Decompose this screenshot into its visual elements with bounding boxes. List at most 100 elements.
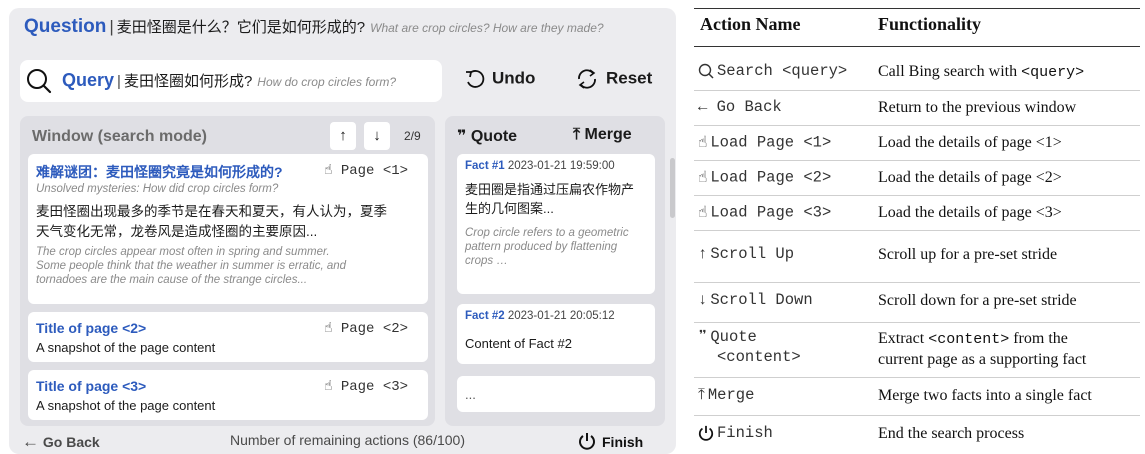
quote-label: Quote (470, 128, 518, 145)
action-row-load-page-2: ☝ Load Page <2> Load the details of page … (694, 160, 1140, 195)
fact-ellipsis: ... (465, 387, 476, 402)
fact-zh-1: 麦田圈是指通过压扁农作物产 (465, 182, 635, 197)
action-row-quote: ❞ Quote <content> Extract <content> from t… (694, 322, 1140, 377)
action-func: Return to the previous window (878, 99, 1077, 116)
action-func: Scroll up for a pre-set stride (878, 246, 1058, 263)
action-label: Merge (707, 386, 755, 405)
action-row-merge: ⤒ Merge Merge two facts into a single fac… (694, 377, 1140, 415)
page-btn-label: Page <1> (340, 163, 409, 179)
query-box[interactable]: Query | 麦田怪圈如何形成? How do crop circles form? (20, 60, 442, 102)
table-rule-top (694, 8, 1140, 9)
result-title: 难解谜团：麦田怪圈究竟是如何形成的? (36, 164, 283, 180)
action-label: Load Page <2> (710, 168, 832, 187)
up-arrow-icon: ↑ (698, 245, 708, 263)
action-row-load-page-3: ☝ Load Page <3> Load the details of page … (694, 195, 1140, 230)
func-mono: <query> (1021, 64, 1085, 81)
action-label: Search <query> (717, 62, 848, 80)
fact-card-2: Fact #2 2023-01-21 20:05:12 Content of F… (457, 304, 655, 364)
action-func: Extract <content> from the current page a… (878, 329, 1086, 370)
hand-pointer-icon: ☝ (698, 169, 708, 187)
action-func: Load the details of page <3> (878, 204, 1062, 221)
fact-id: Fact #2 (465, 310, 505, 322)
merge-button[interactable]: ⤒ Merge (573, 126, 632, 144)
result-snapshot: A snapshot of the page content (36, 398, 216, 413)
action-row-search: Search <query> Call Bing search with <qu… (694, 55, 1140, 90)
scroll-up-button[interactable]: ↑ (330, 122, 356, 150)
fact-content: Content of Fact #2 (465, 336, 572, 351)
go-back-label: Go Back (42, 434, 100, 450)
question-label: Question (24, 16, 107, 37)
action-name: ↓ Scroll Down (698, 291, 813, 309)
action-name: ☝ Load Page <2> (698, 168, 831, 187)
hand-pointer-icon: ☝ (324, 163, 333, 179)
reset-label: Reset (606, 68, 653, 88)
action-row-scroll-up: ↑ Scroll Up Scroll up for a pre-set strid… (694, 230, 1140, 282)
window-title: Window (search mode) (32, 128, 207, 145)
result-snapshot: A snapshot of the page content (36, 340, 216, 355)
action-name: ❞ Quote <content> (698, 327, 801, 367)
result-card-2: Title of page <2> ☝ Page <2> A snapshot … (28, 312, 428, 362)
scroll-down-button[interactable]: ↓ (364, 122, 390, 150)
action-func: Load the details of page <1> (878, 134, 1062, 151)
result-body-en-2: Some people think that the weather in su… (36, 260, 347, 272)
action-func: Load the details of page <2> (878, 169, 1062, 186)
result-title: Title of page <2> (36, 320, 147, 336)
merge-label: Merge (584, 126, 632, 143)
page-btn-label: Page <2> (340, 321, 409, 337)
undo-label: Undo (492, 68, 536, 88)
undo-icon (466, 70, 485, 88)
quote-button[interactable]: ❞ Quote (457, 126, 517, 146)
finish-label: Finish (602, 434, 644, 450)
action-label: Load Page <3> (710, 203, 832, 222)
action-label: Load Page <1> (710, 133, 832, 152)
undo-button[interactable]: Undo (464, 68, 535, 90)
action-label-arg: <content> (717, 348, 801, 367)
fact-en-3: crops … (465, 255, 508, 267)
load-page-1-button[interactable]: ☝ Page <1> (324, 162, 408, 179)
fact-id: Fact #1 (465, 160, 505, 172)
action-name: ↑ Scroll Up (698, 245, 794, 263)
left-arrow-icon: ← (22, 432, 39, 451)
hand-pointer-icon: ☝ (698, 134, 708, 152)
action-row-load-page-1: ☝ Load Page <1> Load the details of page … (694, 125, 1140, 160)
func-text: from the (1009, 330, 1068, 347)
action-name: Search <query> (698, 62, 847, 80)
page-btn-label: Page <3> (340, 379, 409, 395)
down-arrow-icon: ↓ (698, 291, 708, 309)
load-page-2-button[interactable]: ☝ Page <2> (324, 320, 408, 337)
reset-icon (578, 69, 596, 89)
separator: | (117, 73, 121, 90)
result-title: Title of page <3> (36, 378, 147, 394)
action-row-go-back: ← Go Back Return to the previous window (694, 90, 1140, 125)
action-name: ☝ Load Page <3> (698, 203, 831, 222)
question-en: What are crop circles? How are they made… (370, 21, 604, 35)
result-body-en-3: tornadoes are the main cause of the stra… (36, 274, 308, 286)
go-back-button[interactable]: ← Go Back (22, 432, 100, 452)
merge-icon: ⤒ (573, 126, 581, 143)
fact-en-2: pattern produced by flattening (465, 241, 618, 253)
action-name: ⤒ Merge (698, 386, 754, 404)
result-body-zh-1: 麦田怪圈出现最多的季节是在春天和夏天，有人认为，夏季 (36, 204, 387, 219)
func-text: current page as a supporting fact (878, 351, 1087, 368)
action-label: Finish (717, 424, 773, 442)
fact-header: Fact #1 2023-01-21 19:59:00 (465, 160, 615, 172)
merge-icon: ⤒ (698, 386, 705, 404)
action-label: Scroll Down (710, 291, 813, 310)
reset-button[interactable]: Reset (574, 68, 652, 90)
table-rule-head (694, 46, 1140, 47)
question-zh: 麦田怪圈是什么？它们是如何形成的? (116, 19, 366, 36)
action-func: Call Bing search with <query> (878, 62, 1084, 83)
func-text: Call Bing search with (878, 63, 1022, 80)
facts-scrollbar[interactable] (670, 158, 675, 218)
func-text: Extract (878, 330, 929, 347)
result-title-en: Unsolved mysteries: How did crop circles… (36, 183, 279, 195)
fact-header: Fact #2 2023-01-21 20:05:12 (465, 310, 615, 322)
query-zh: 麦田怪圈如何形成? (123, 73, 253, 90)
finish-button[interactable]: Finish (578, 432, 643, 450)
load-page-3-button[interactable]: ☝ Page <3> (324, 378, 408, 395)
fact-timestamp: 2023-01-21 19:59:00 (507, 160, 615, 172)
hand-pointer-icon: ☝ (324, 379, 333, 395)
query-en: How do crop circles form? (257, 75, 396, 89)
result-card-3: Title of page <3> ☝ Page <3> A snapshot … (28, 370, 428, 420)
page-count: 2/9 (404, 129, 421, 143)
